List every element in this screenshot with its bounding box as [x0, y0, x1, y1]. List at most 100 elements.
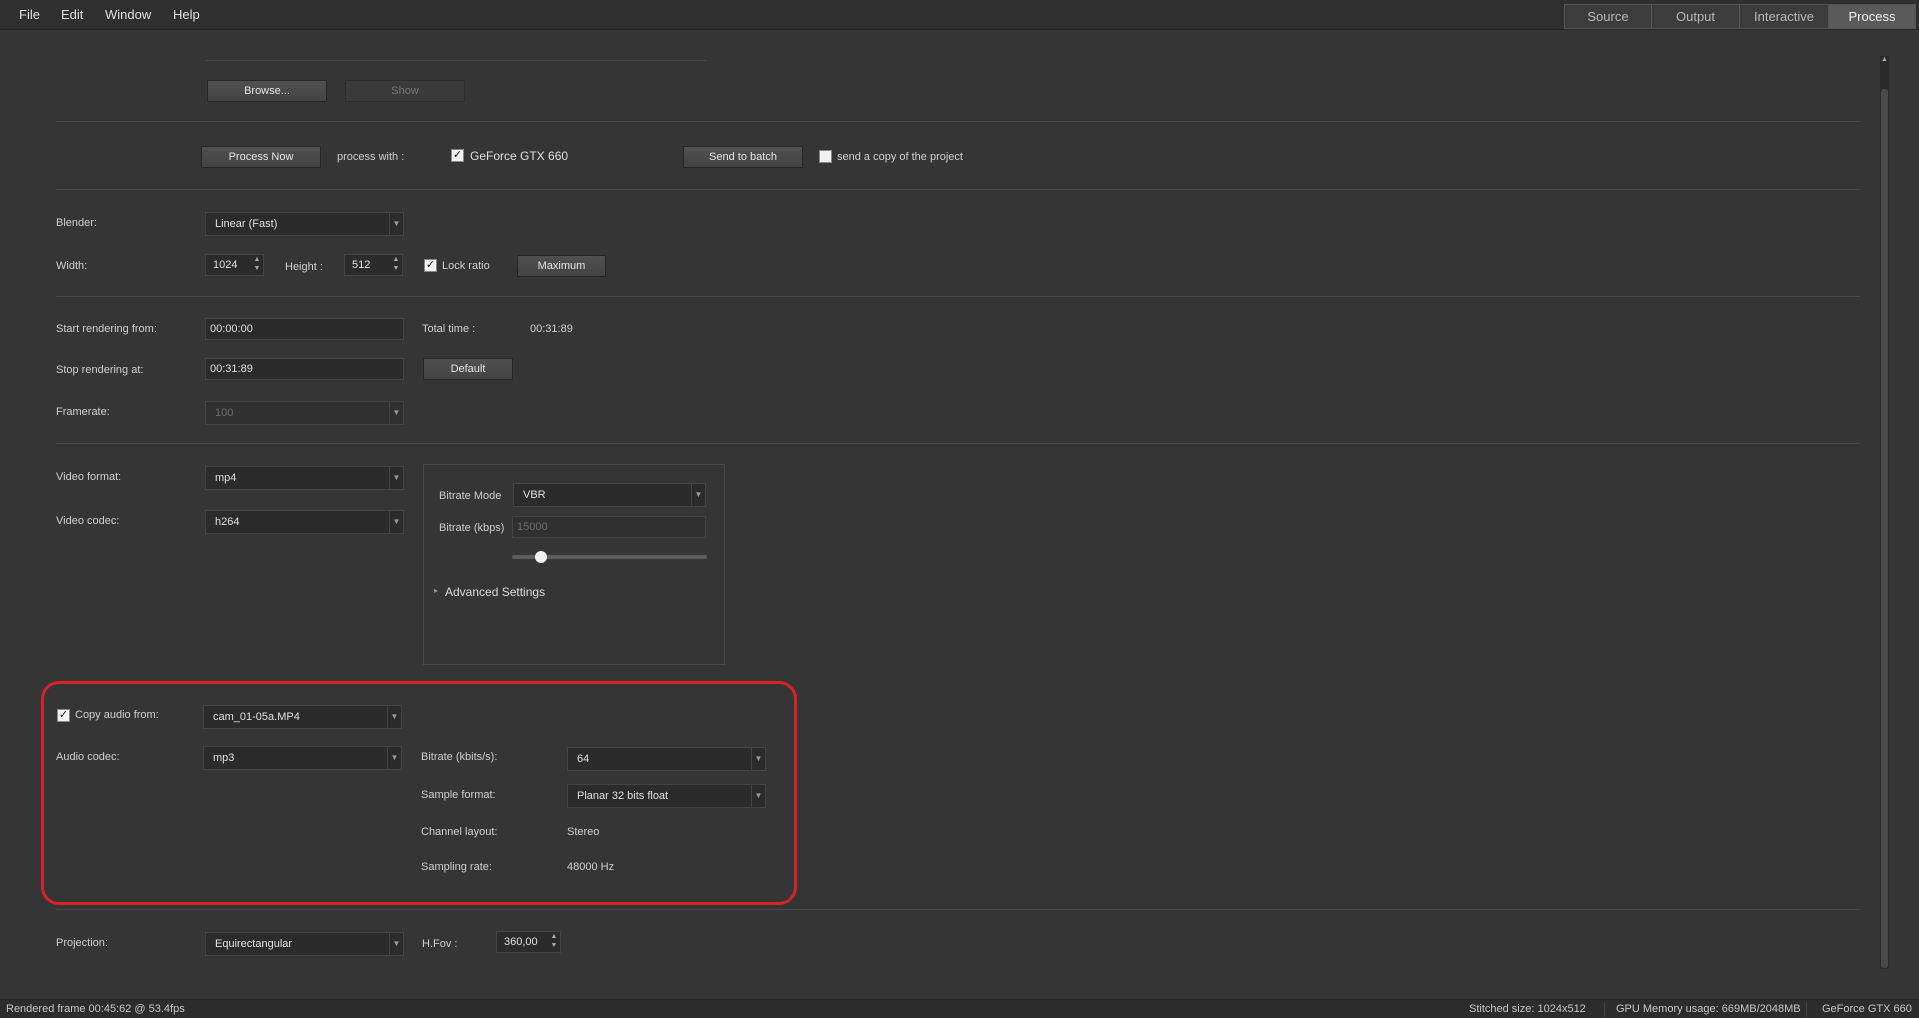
hfov-label: H.Fov :: [422, 938, 458, 950]
lock-ratio-label: Lock ratio: [442, 260, 490, 272]
copy-audio-source-value: cam_01-05a.MP4: [213, 711, 300, 723]
tab-interactive[interactable]: Interactive: [1739, 4, 1829, 29]
start-rendering-label: Start rendering from:: [56, 323, 157, 335]
video-format-label: Video format:: [56, 471, 122, 483]
video-codec-value: h264: [215, 516, 240, 528]
scrollbar-thumb[interactable]: [1881, 89, 1888, 968]
scroll-up-icon[interactable]: ▲: [1880, 56, 1889, 84]
spin-arrows-icon[interactable]: ▲ ▼: [548, 932, 560, 952]
separator: [56, 296, 1860, 297]
video-codec-select[interactable]: h264 ▼: [205, 510, 404, 534]
send-copy-label: send a copy of the project: [837, 151, 963, 163]
stop-rendering-field[interactable]: 00:31:89: [205, 358, 404, 380]
process-now-button[interactable]: Process Now: [201, 146, 321, 168]
copy-audio-checkbox[interactable]: ✓: [57, 709, 70, 722]
framerate-label: Framerate:: [56, 406, 110, 418]
blender-value: Linear (Fast): [215, 218, 278, 230]
separator: [56, 909, 1860, 910]
menu-help[interactable]: Help: [173, 7, 200, 22]
spin-arrows-icon[interactable]: ▲ ▼: [251, 255, 263, 275]
sampling-rate-value: 48000 Hz: [567, 861, 615, 873]
chevron-down-icon: ▼: [751, 785, 765, 807]
total-time-label: Total time :: [422, 323, 476, 335]
width-value: 1024: [213, 259, 238, 271]
status-stitched-size: Stitched size: 1024x512: [1469, 1003, 1586, 1015]
blender-label: Blender:: [56, 217, 97, 229]
send-copy-checkbox[interactable]: [819, 150, 832, 163]
audio-codec-value: mp3: [213, 752, 235, 764]
advanced-settings-toggle[interactable]: Advanced Settings: [445, 585, 545, 599]
hfov-spinbox[interactable]: 360,00 ▲ ▼: [496, 931, 561, 953]
framerate-select[interactable]: 100 ▼: [205, 401, 404, 425]
audio-bitrate-value: 64: [577, 753, 590, 765]
status-divider: [1604, 1002, 1605, 1017]
expand-arrow-icon[interactable]: ▸: [434, 586, 438, 595]
audio-codec-label: Audio codec:: [56, 751, 120, 763]
output-path-underline: [206, 60, 706, 61]
bitrate-mode-value: VBR: [523, 489, 546, 501]
status-rendered-frame: Rendered frame 00:45:62 @ 53.4fps: [6, 1003, 185, 1015]
separator: [56, 189, 1860, 190]
tab-process[interactable]: Process: [1828, 4, 1916, 29]
copy-audio-label: Copy audio from:: [75, 709, 159, 721]
status-bar: Rendered frame 00:45:62 @ 53.4fps Stitch…: [0, 999, 1919, 1018]
bitrate-kbps-field[interactable]: 15000: [512, 516, 706, 538]
send-to-batch-button[interactable]: Send to batch: [683, 146, 803, 168]
sample-format-label: Sample format:: [421, 789, 496, 801]
sample-format-select[interactable]: Planar 32 bits float ▼: [567, 784, 766, 808]
total-time-value: 00:31:89: [530, 323, 573, 335]
menu-file[interactable]: File: [19, 7, 40, 22]
sampling-rate-label: Sampling rate:: [421, 861, 492, 873]
tab-source[interactable]: Source: [1564, 4, 1652, 29]
sample-format-value: Planar 32 bits float: [577, 790, 669, 802]
chevron-down-icon: ▼: [387, 706, 401, 728]
width-spinbox[interactable]: 1024 ▲ ▼: [205, 254, 264, 276]
video-codec-label: Video codec:: [56, 515, 120, 527]
gpu-checkbox[interactable]: ✓: [451, 149, 464, 162]
default-button[interactable]: Default: [423, 358, 513, 380]
chevron-down-icon: ▼: [389, 511, 403, 533]
video-format-value: mp4: [215, 472, 237, 484]
projection-label: Projection:: [56, 937, 108, 949]
projection-value: Equirectangular: [215, 938, 293, 950]
show-button[interactable]: Show: [345, 80, 465, 102]
process-with-label: process with :: [337, 151, 405, 163]
copy-audio-source-select[interactable]: cam_01-05a.MP4 ▼: [203, 705, 402, 729]
bitrate-kbps-label: Bitrate (kbps): [439, 522, 505, 534]
tab-output[interactable]: Output: [1651, 4, 1740, 29]
menu-edit[interactable]: Edit: [61, 7, 83, 22]
hfov-value: 360,00: [504, 936, 538, 948]
spin-arrows-icon[interactable]: ▲ ▼: [390, 255, 402, 275]
blender-select[interactable]: Linear (Fast) ▼: [205, 212, 404, 236]
channel-layout-label: Channel layout:: [421, 826, 498, 838]
separator: [56, 443, 1860, 444]
width-label: Width:: [56, 260, 88, 272]
bitrate-mode-label: Bitrate Mode: [439, 490, 502, 502]
chevron-down-icon: ▼: [389, 213, 403, 235]
height-spinbox[interactable]: 512 ▲ ▼: [344, 254, 403, 276]
bitrate-mode-select[interactable]: VBR ▼: [513, 483, 706, 507]
audio-bitrate-select[interactable]: 64 ▼: [567, 747, 766, 771]
video-format-select[interactable]: mp4 ▼: [205, 466, 404, 490]
stop-rendering-label: Stop rendering at:: [56, 364, 144, 376]
browse-button[interactable]: Browse...: [207, 80, 327, 102]
separator: [56, 121, 1860, 122]
menu-window[interactable]: Window: [105, 7, 151, 22]
gpu-label: GeForce GTX 660: [470, 149, 569, 163]
chevron-down-icon: ▼: [389, 402, 403, 424]
chevron-down-icon: ▼: [387, 747, 401, 769]
lock-ratio-checkbox[interactable]: ✓: [424, 259, 437, 272]
projection-select[interactable]: Equirectangular ▼: [205, 932, 404, 956]
start-rendering-field[interactable]: 00:00:00: [205, 318, 404, 340]
audio-bitrate-label: Bitrate (kbits/s):: [421, 751, 498, 763]
framerate-value: 100: [215, 407, 234, 419]
status-gpu-name: GeForce GTX 660: [1822, 1003, 1912, 1015]
chevron-down-icon: ▼: [389, 467, 403, 489]
audio-codec-select[interactable]: mp3 ▼: [203, 746, 402, 770]
maximum-button[interactable]: Maximum: [517, 255, 606, 277]
status-gpu-memory: GPU Memory usage: 669MB/2048MB: [1616, 1003, 1801, 1015]
chevron-down-icon: ▼: [751, 748, 765, 770]
chevron-down-icon: ▼: [691, 484, 705, 506]
menu-bar: File Edit Window Help Source Output Inte…: [0, 0, 1919, 30]
height-value: 512: [352, 259, 371, 271]
